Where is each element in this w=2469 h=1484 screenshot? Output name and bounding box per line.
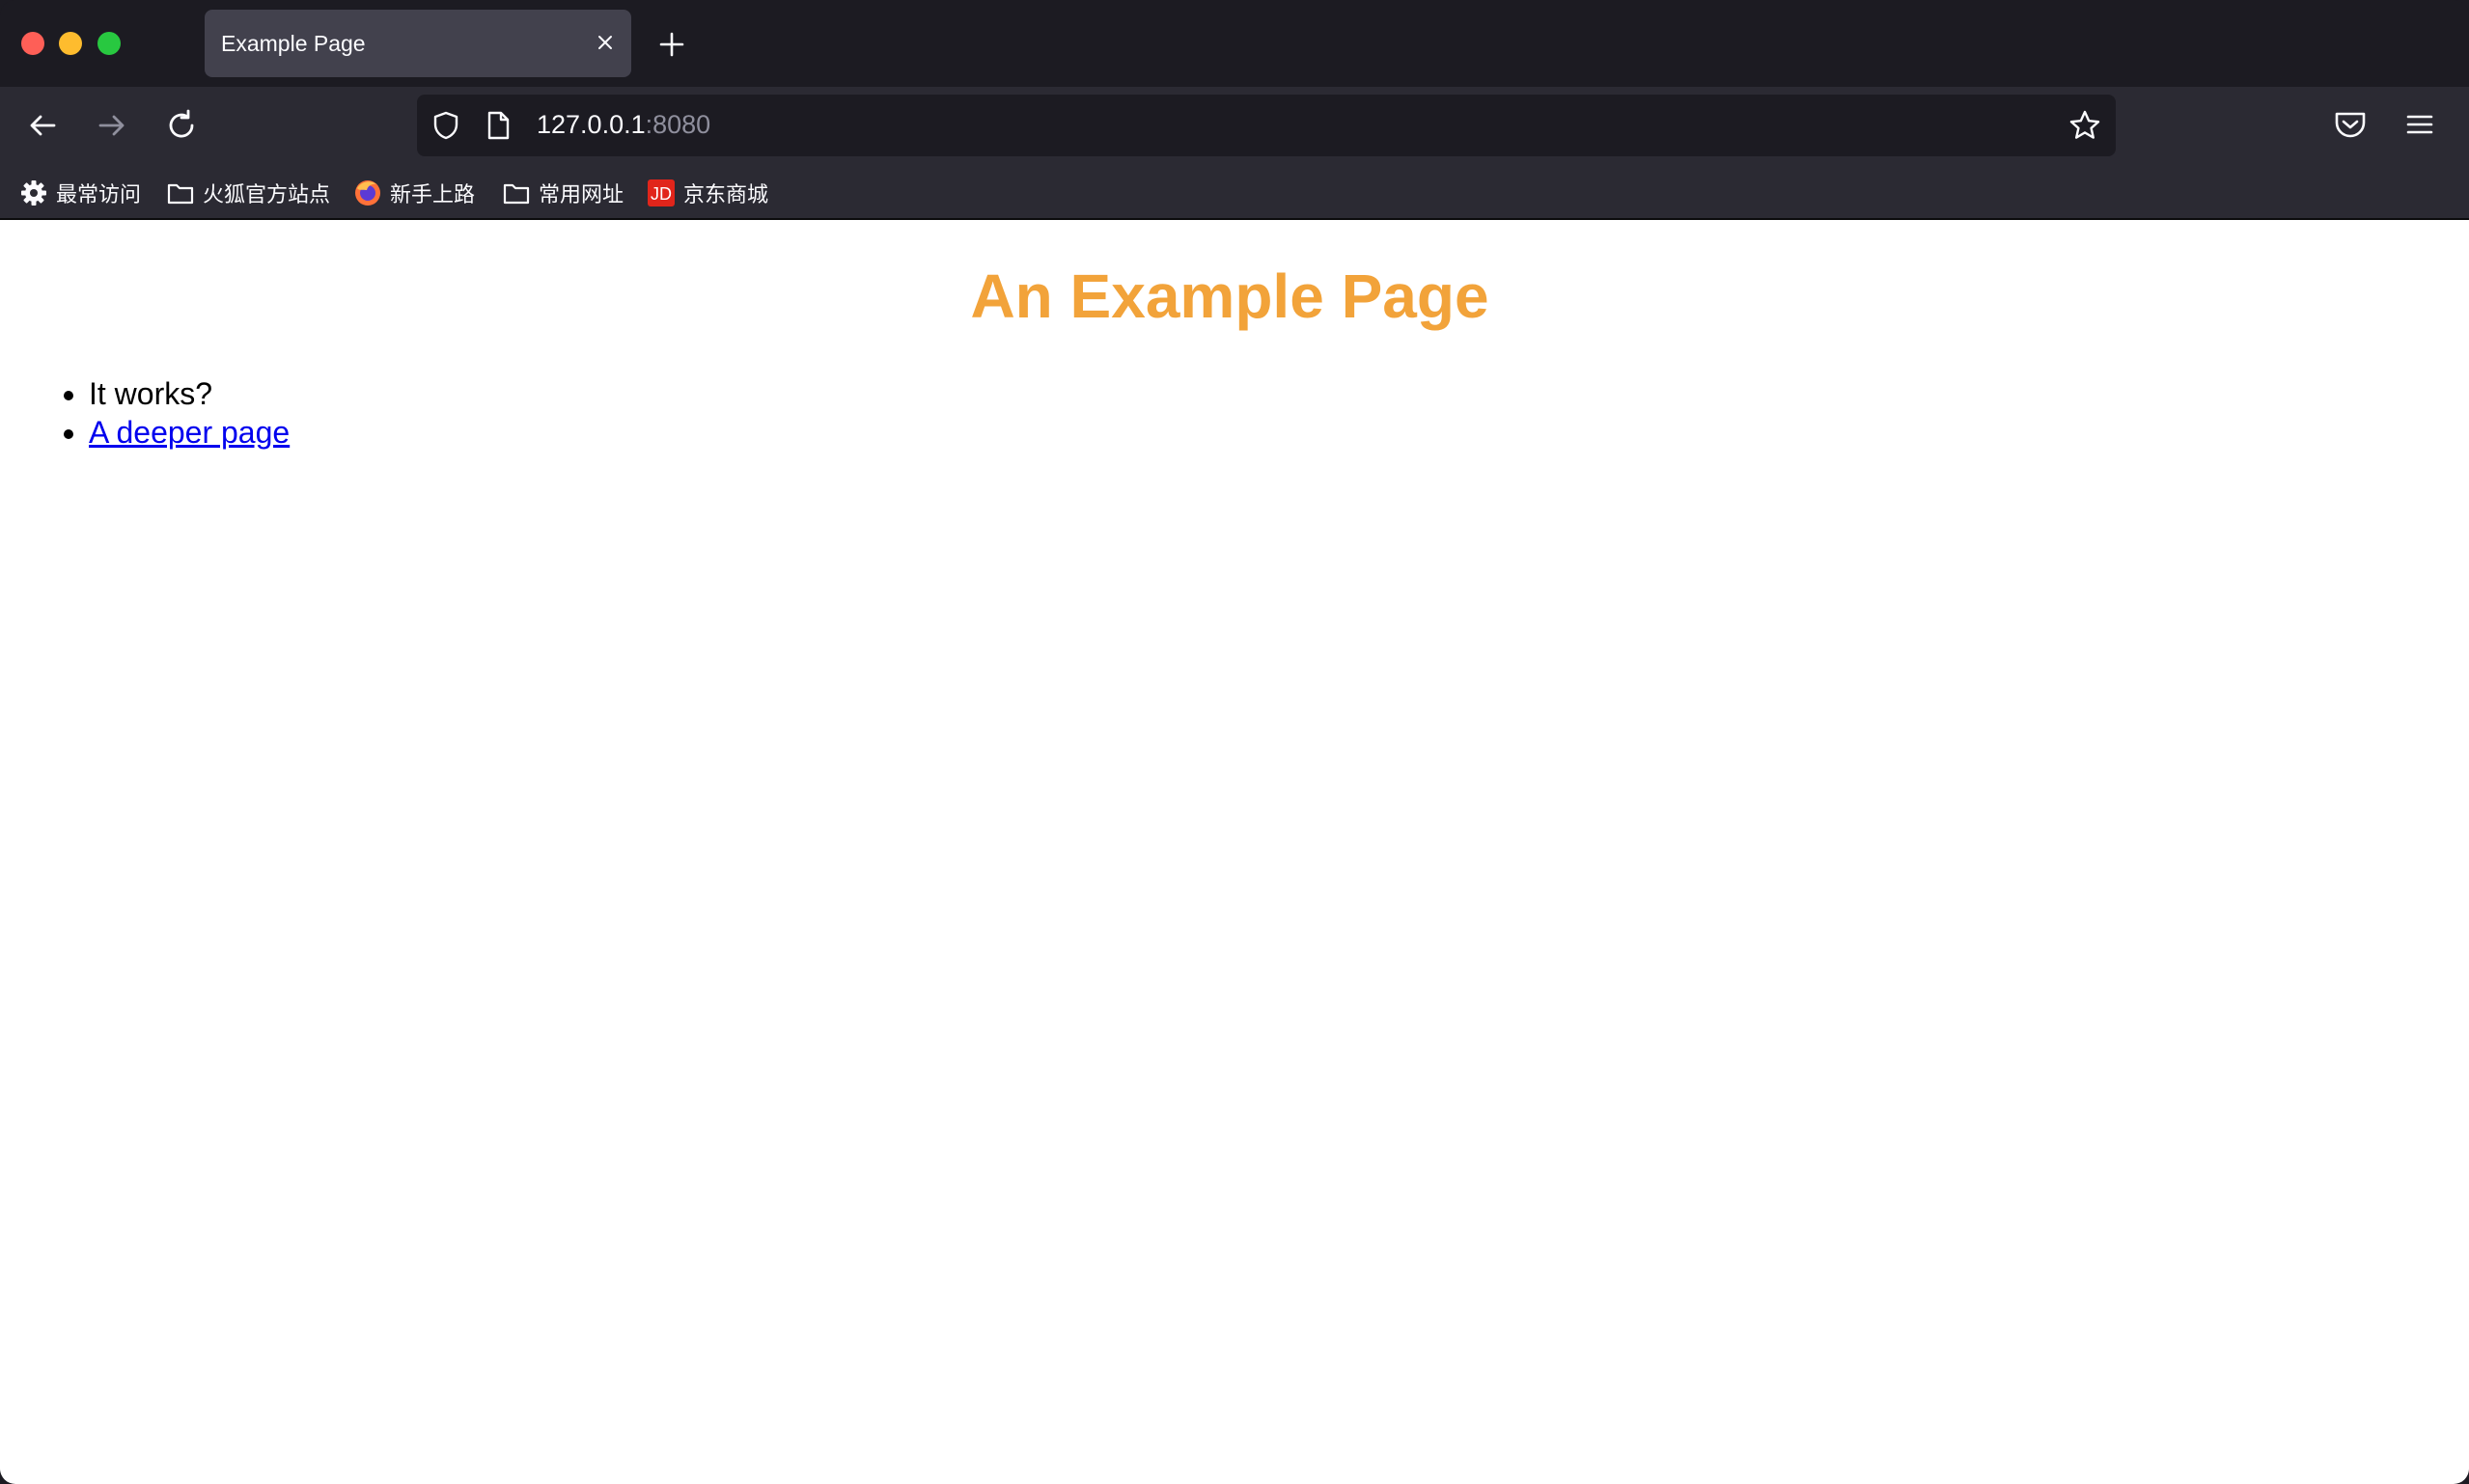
tab-title: Example Page xyxy=(221,31,366,56)
url-port: :8080 xyxy=(645,110,711,139)
bookmark-getting-started[interactable]: 新手上路 xyxy=(353,178,475,208)
browser-window: Example Page 127.0.0.1:8080 最常访问 火狐官方站点 … xyxy=(0,0,2469,1484)
window-maximize-button[interactable] xyxy=(97,32,121,55)
tab-example-page[interactable]: Example Page xyxy=(205,10,631,77)
forward-icon[interactable] xyxy=(93,106,131,145)
page-content: An Example Page It works? A deeper page xyxy=(0,220,2469,1484)
tracking-protection-shield-icon[interactable] xyxy=(430,110,461,141)
reload-icon[interactable] xyxy=(162,106,201,145)
list-item-text: It works? xyxy=(89,376,213,411)
back-icon[interactable] xyxy=(23,106,62,145)
window-close-button[interactable] xyxy=(21,32,44,55)
firefox-icon xyxy=(355,180,380,206)
bookmark-label: 最常访问 xyxy=(56,182,142,206)
jd-icon: JD xyxy=(648,179,675,206)
jd-badge-text: JD xyxy=(651,184,672,204)
window-minimize-button[interactable] xyxy=(59,32,82,55)
gear-icon xyxy=(21,180,46,206)
address-bar[interactable]: 127.0.0.1:8080 xyxy=(417,95,2116,156)
url-host: 127.0.0.1 xyxy=(537,110,646,139)
page-heading: An Example Page xyxy=(970,261,1489,331)
bookmark-label: 常用网址 xyxy=(539,182,624,206)
bookmark-label: 火狐官方站点 xyxy=(203,182,331,206)
tab-close-icon[interactable] xyxy=(593,30,618,55)
list-item: It works? xyxy=(89,374,290,413)
folder-icon xyxy=(167,183,194,205)
list-item: A deeper page xyxy=(89,413,290,452)
new-tab-icon[interactable] xyxy=(656,29,687,60)
pocket-icon[interactable] xyxy=(2332,106,2369,143)
bookmark-jd-mall[interactable]: JD 京东商城 xyxy=(647,178,768,208)
bookmark-firefox-official-sites[interactable]: 火狐官方站点 xyxy=(166,178,330,208)
navigation-toolbar: 127.0.0.1:8080 xyxy=(0,87,2469,164)
tab-strip: Example Page xyxy=(0,0,2469,87)
page-info-icon[interactable] xyxy=(485,110,512,141)
bookmark-star-icon[interactable] xyxy=(2067,108,2102,143)
hamburger-menu-icon[interactable] xyxy=(2401,106,2438,143)
bookmark-label: 新手上路 xyxy=(390,182,476,206)
deeper-page-link[interactable]: A deeper page xyxy=(89,415,290,450)
bookmarks-toolbar: 最常访问 火狐官方站点 新手上路 常用网址 JD 京东商城 xyxy=(0,164,2469,220)
bookmark-most-visited[interactable]: 最常访问 xyxy=(19,178,141,208)
url-text[interactable]: 127.0.0.1:8080 xyxy=(537,110,710,140)
page-list: It works? A deeper page xyxy=(89,374,290,452)
bookmark-label: 京东商城 xyxy=(683,182,769,206)
folder-icon xyxy=(503,183,530,205)
bookmark-common-sites[interactable]: 常用网址 xyxy=(502,178,624,208)
